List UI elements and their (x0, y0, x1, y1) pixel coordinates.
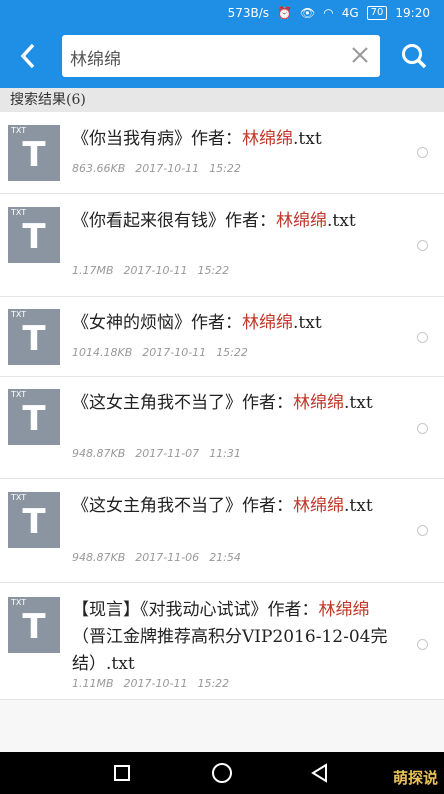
txt-file-icon: TXT T (8, 389, 60, 445)
txt-file-icon: TXT T (8, 597, 60, 653)
list-item[interactable]: TXT T 《这女主角我不当了》作者：林绵绵.txt 948.87KB 2017-1… (0, 479, 444, 583)
list-item[interactable]: TXT T 《这女主角我不当了》作者：林绵绵.txt 948.87KB 2017-1… (0, 377, 444, 479)
txt-file-icon: TXT T (8, 309, 60, 365)
close-icon (352, 47, 368, 63)
status-bar: 573B/s ⏰ 👁 ◠ 4G 70 19:20 (0, 0, 444, 26)
list-item[interactable]: TXT T 《你当我有病》作者：林绵绵.txt 863.66KB 2017-10-1… (0, 112, 444, 194)
recents-button[interactable] (110, 761, 134, 785)
back-arrow-icon (20, 43, 35, 69)
list-footer (0, 700, 444, 752)
search-value: 林绵绵 (70, 50, 121, 70)
search-icon (402, 44, 427, 69)
select-radio[interactable] (417, 332, 428, 343)
search-button[interactable] (394, 36, 434, 76)
triangle-back-icon (311, 763, 327, 783)
eye-icon: 👁 (300, 6, 316, 20)
select-radio[interactable] (417, 423, 428, 434)
file-meta: 863.66KB 2017-10-11 15:22 (72, 162, 241, 175)
txt-file-icon: TXT T (8, 207, 60, 263)
search-header: 林绵绵 (0, 26, 444, 88)
file-title: 《女神的烦恼》作者：林绵绵.txt (72, 313, 322, 333)
result-count: 搜索结果(6) (0, 88, 444, 112)
back-nav-button[interactable] (308, 761, 332, 785)
battery-icon: 70 (366, 6, 388, 20)
list-item[interactable]: TXT T 《你看起来很有钱》作者：林绵绵.txt 1.17MB 2017-10-1… (0, 194, 444, 297)
file-meta: 1014.18KB 2017-10-11 15:22 (72, 346, 248, 359)
select-radio[interactable] (417, 147, 428, 158)
txt-file-icon: TXT T (8, 125, 60, 181)
txt-file-icon: TXT T (8, 492, 60, 548)
circle-icon (212, 763, 232, 783)
file-meta: 948.87KB 2017-11-07 11:31 (72, 447, 241, 460)
watermark-logo: 萌探说 (392, 769, 438, 787)
alarm-icon: ⏰ (277, 6, 293, 20)
clock: 19:20 (395, 6, 430, 20)
file-title: 《你当我有病》作者：林绵绵.txt (72, 129, 322, 149)
select-radio[interactable] (417, 639, 428, 650)
network-type: 4G (341, 6, 359, 20)
wifi-icon: ◠ (323, 6, 334, 20)
file-title: 【现言】《对我动心试试》作者：林绵绵（晋江金牌推荐高积分VIP2016-12-0… (72, 600, 388, 674)
result-list: TXT T 《你当我有病》作者：林绵绵.txt 863.66KB 2017-10-1… (0, 112, 444, 700)
list-item[interactable]: TXT T 【现言】《对我动心试试》作者：林绵绵（晋江金牌推荐高积分VIP2016… (0, 583, 444, 700)
square-icon (114, 765, 130, 781)
system-nav-bar: 萌探说 (0, 752, 444, 794)
select-radio[interactable] (417, 240, 428, 251)
select-radio[interactable] (417, 525, 428, 536)
file-meta: 1.17MB 2017-10-11 15:22 (72, 264, 230, 277)
file-title: 《你看起来很有钱》作者：林绵绵.txt (72, 211, 356, 231)
home-button[interactable] (210, 761, 234, 785)
search-input[interactable]: 林绵绵 (62, 35, 380, 77)
file-title: 《这女主角我不当了》作者：林绵绵.txt (72, 393, 373, 413)
file-meta: 1.11MB 2017-10-11 15:22 (72, 677, 230, 690)
file-title: 《这女主角我不当了》作者：林绵绵.txt (72, 496, 373, 516)
file-meta: 948.87KB 2017-11-06 21:54 (72, 551, 241, 564)
list-item[interactable]: TXT T 《女神的烦恼》作者：林绵绵.txt 1014.18KB 2017-10-… (0, 297, 444, 377)
network-speed: 573B/s (227, 6, 270, 20)
clear-button[interactable] (348, 43, 372, 67)
back-button[interactable] (6, 34, 50, 78)
